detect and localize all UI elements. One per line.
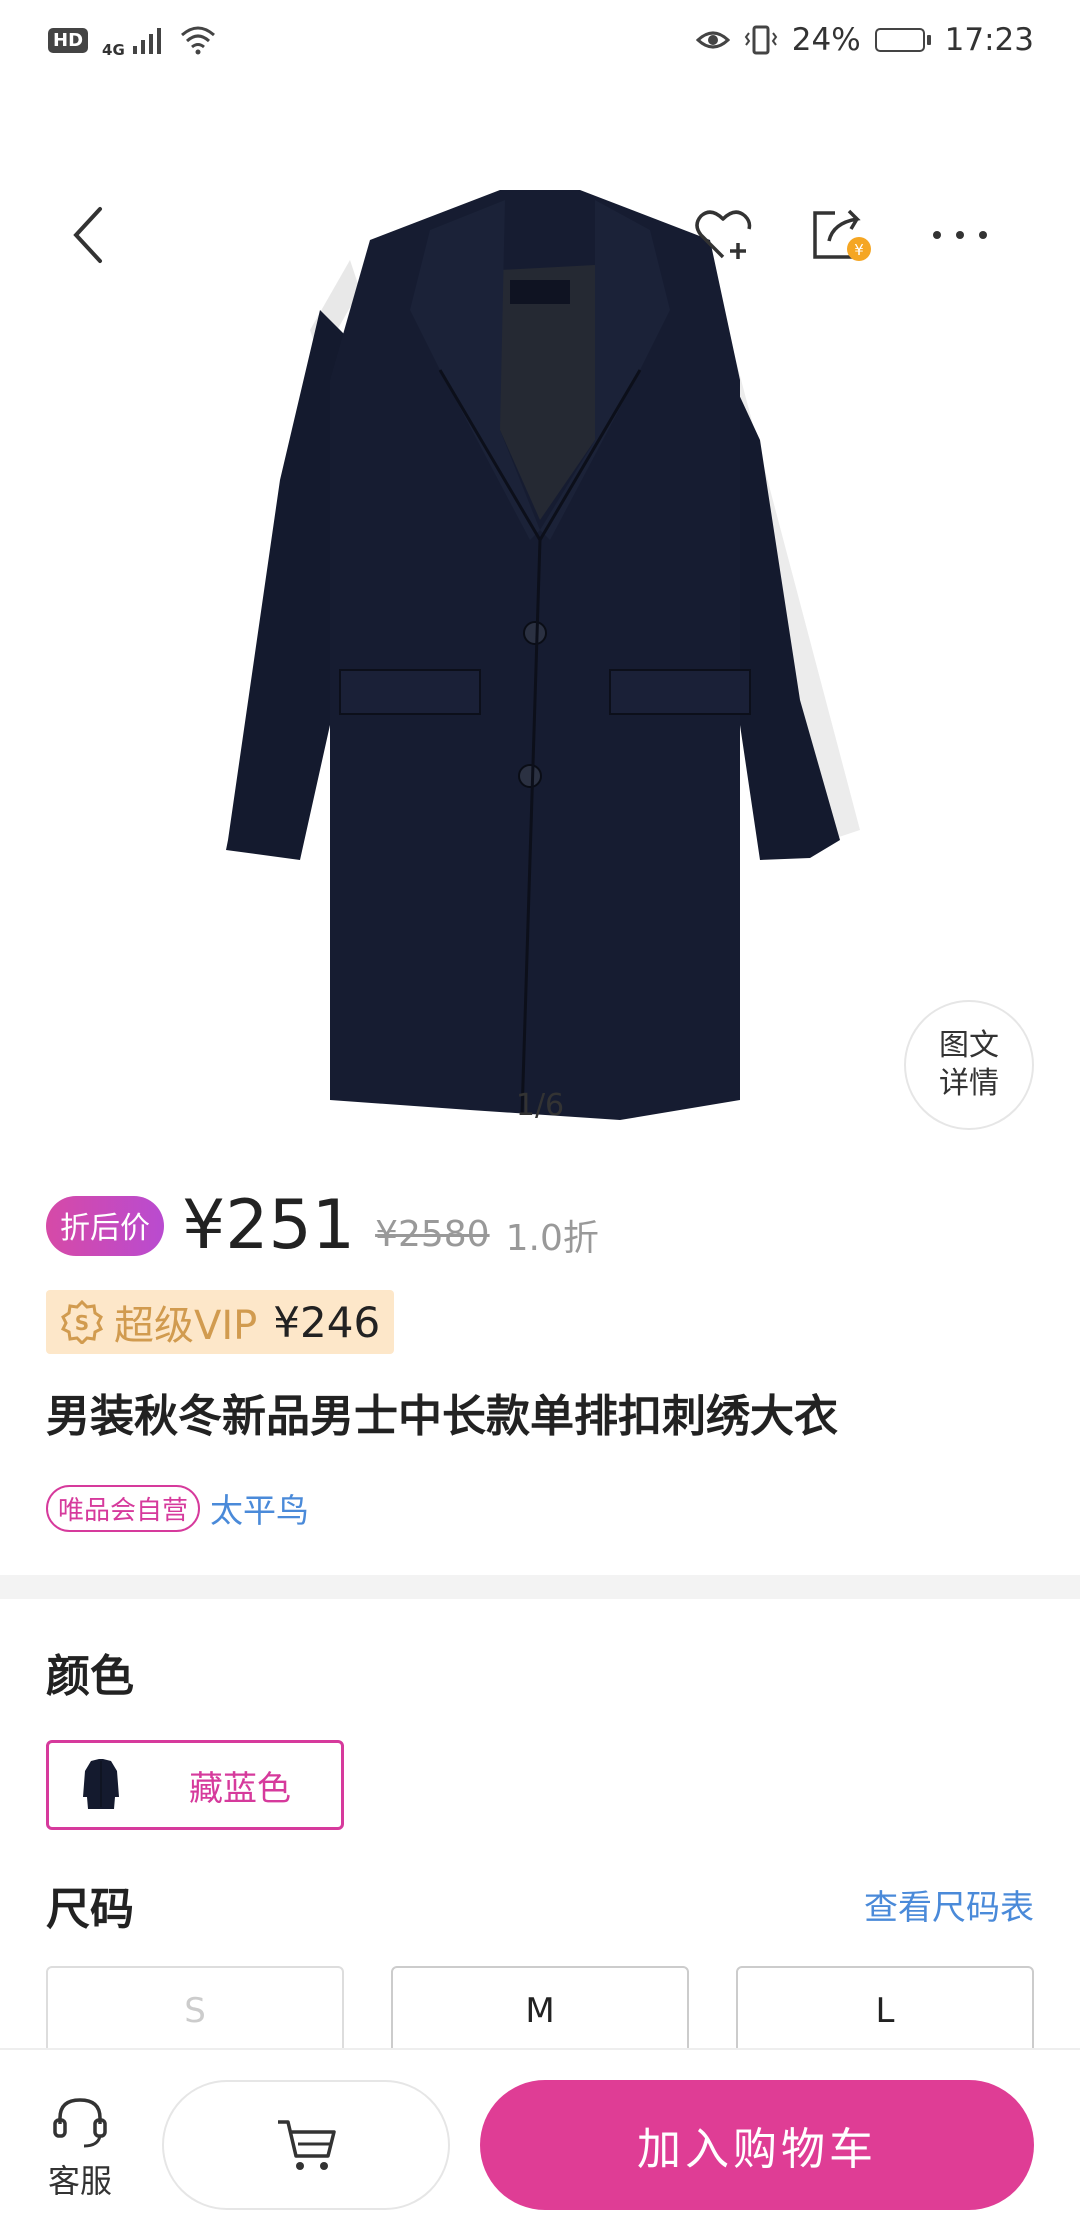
detail-bubble-line2: 详情 [939, 1066, 999, 1101]
vip-price-badge[interactable]: S 超级VIP ¥246 [46, 1290, 395, 1354]
favorite-button[interactable] [688, 200, 758, 270]
product-title: 男装秋冬新品男士中长款单排扣刺绣大衣 [46, 1391, 838, 1442]
size-option-s[interactable]: S [46, 1966, 344, 2056]
clock: 17:23 [944, 22, 1034, 58]
size-option-m[interactable]: M [391, 1966, 689, 2056]
share-icon: ¥ [813, 209, 871, 261]
cart-button[interactable] [162, 2080, 450, 2210]
store-row: 唯品会自营 太平鸟 [46, 1484, 309, 1532]
share-button[interactable]: ¥ [806, 200, 876, 270]
status-left: HD 4G [48, 21, 217, 59]
original-price: ¥2580 [375, 1214, 490, 1255]
vibrate-icon [744, 25, 777, 55]
graphic-detail-button[interactable]: 图文 详情 [904, 1000, 1034, 1130]
self-operated-badge: 唯品会自营 [46, 1484, 201, 1532]
vip-label: 超级VIP [114, 1303, 258, 1349]
coat-thumbnail-icon [83, 1759, 119, 1809]
top-nav: ¥ [0, 180, 1080, 280]
wifi-icon [180, 26, 215, 55]
bottom-action-bar: 客服 加入购物车 [0, 2048, 1080, 2240]
size-option-l[interactable]: L [736, 1966, 1034, 2056]
product-image-coat [226, 190, 860, 1120]
add-to-cart-button[interactable]: 加入购物车 [480, 2080, 1034, 2210]
color-option-label: 藏蓝色 [189, 1768, 291, 1809]
customer-service-label: 客服 [47, 2162, 112, 2200]
product-gallery[interactable]: ¥ [0, 80, 1080, 1140]
headset-icon [53, 2098, 107, 2148]
favorite-heart-icon [695, 210, 752, 259]
more-button[interactable] [925, 200, 995, 270]
vip-s-icon: S [60, 1300, 104, 1344]
network-type: 4G [102, 41, 125, 59]
svg-text:S: S [75, 1311, 89, 1335]
price-row: 折后价 ¥251 ¥2580 1.0折 [46, 1186, 599, 1265]
detail-bubble-line1: 图文 [939, 1028, 999, 1063]
hd-badge: HD [48, 27, 89, 53]
back-button[interactable] [55, 200, 125, 270]
signal-icon [132, 28, 161, 54]
back-arrow-icon [73, 207, 102, 263]
battery-icon [874, 28, 931, 52]
more-icon [933, 231, 987, 239]
color-thumbnail [71, 1755, 131, 1815]
size-section-title: 尺码 [46, 1884, 134, 1935]
svg-text:¥: ¥ [854, 241, 864, 259]
shopping-cart-icon [278, 2120, 336, 2170]
current-price: ¥251 [182, 1186, 356, 1265]
section-divider [0, 1575, 1080, 1599]
eye-icon [695, 31, 730, 49]
color-section-title: 颜色 [46, 1651, 134, 1702]
vip-price: ¥246 [273, 1297, 381, 1347]
discount-price-label: 折后价 [46, 1195, 164, 1256]
size-chart-link[interactable]: 查看尺码表 [864, 1880, 1034, 1929]
battery-percent: 24% [791, 22, 861, 58]
color-option-navy[interactable]: 藏蓝色 [46, 1740, 344, 1830]
brand-link[interactable]: 太平鸟 [210, 1484, 309, 1532]
customer-service-button[interactable]: 客服 [40, 2094, 120, 2202]
discount-rate: 1.0折 [505, 1217, 599, 1259]
status-bar: HD 4G 24% 17:23 [0, 0, 1080, 80]
status-right: 24% 17:23 [695, 22, 1034, 58]
